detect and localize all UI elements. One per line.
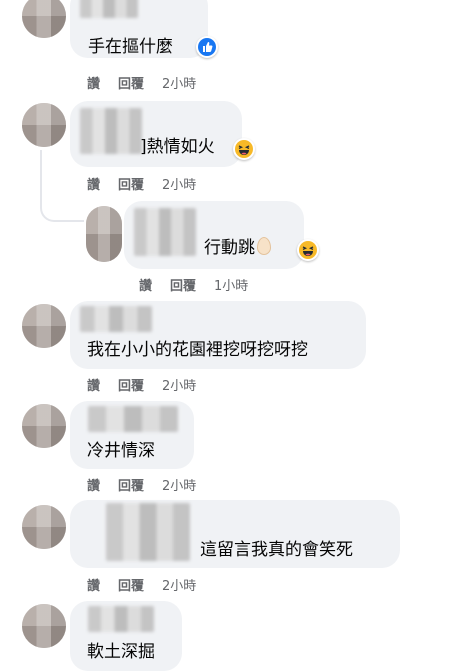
blurred-username bbox=[80, 0, 138, 18]
reply-button[interactable]: 回覆 bbox=[118, 73, 144, 92]
blurred-username bbox=[80, 108, 142, 154]
comment-actions: 讚回覆 2小時 bbox=[87, 475, 196, 494]
blurred-username bbox=[106, 503, 190, 561]
comment-actions: 讚回覆 2小時 bbox=[87, 575, 196, 594]
comment-text: 行動跳 bbox=[204, 237, 271, 259]
comment-actions: 讚回覆 2小時 bbox=[87, 73, 196, 92]
avatar[interactable] bbox=[22, 604, 66, 648]
reply-button[interactable]: 回覆 bbox=[118, 375, 144, 394]
reply-button[interactable]: 回覆 bbox=[118, 575, 144, 594]
comment-text: ]熱情如火 bbox=[140, 137, 215, 157]
egg-icon bbox=[257, 237, 271, 255]
avatar[interactable] bbox=[22, 304, 66, 348]
comment-text: 這留言我真的會笑死 bbox=[200, 540, 353, 560]
like-button[interactable]: 讚 bbox=[139, 275, 152, 294]
like-button[interactable]: 讚 bbox=[87, 174, 100, 193]
comment-text: 軟土深掘 bbox=[87, 642, 155, 662]
comment-text: 冷井情深 bbox=[87, 441, 155, 461]
reply-button[interactable]: 回覆 bbox=[118, 174, 144, 193]
like-icon bbox=[196, 36, 218, 58]
timestamp[interactable]: 2小時 bbox=[162, 575, 196, 594]
like-button[interactable]: 讚 bbox=[87, 475, 100, 494]
avatar[interactable] bbox=[22, 505, 66, 549]
timestamp[interactable]: 2小時 bbox=[162, 174, 196, 193]
timestamp[interactable]: 1小時 bbox=[214, 275, 248, 294]
comment-text: 我在小小的花園裡挖呀挖呀挖 bbox=[87, 340, 308, 360]
like-button[interactable]: 讚 bbox=[87, 375, 100, 394]
blurred-username bbox=[88, 606, 154, 632]
laughing-emoji-icon bbox=[233, 138, 255, 160]
avatar[interactable] bbox=[86, 206, 122, 262]
laughing-emoji-icon bbox=[297, 239, 319, 261]
avatar[interactable] bbox=[22, 0, 66, 38]
timestamp[interactable]: 2小時 bbox=[162, 73, 196, 92]
timestamp[interactable]: 2小時 bbox=[162, 475, 196, 494]
like-button[interactable]: 讚 bbox=[87, 575, 100, 594]
comment-actions: 讚回覆 1小時 bbox=[139, 275, 248, 294]
avatar[interactable] bbox=[22, 404, 66, 448]
reply-button[interactable]: 回覆 bbox=[170, 275, 196, 294]
blurred-username bbox=[134, 208, 196, 256]
like-button[interactable]: 讚 bbox=[87, 73, 100, 92]
comment-actions: 讚回覆 2小時 bbox=[87, 375, 196, 394]
blurred-username bbox=[88, 406, 178, 432]
reply-button[interactable]: 回覆 bbox=[118, 475, 144, 494]
comment-actions: 讚回覆 2小時 bbox=[87, 174, 196, 193]
comment-text-content: 行動跳 bbox=[204, 238, 255, 258]
blurred-username bbox=[80, 306, 152, 332]
timestamp[interactable]: 2小時 bbox=[162, 375, 196, 394]
comment-text: 手在摳什麼 bbox=[88, 37, 173, 57]
avatar[interactable] bbox=[22, 103, 66, 147]
